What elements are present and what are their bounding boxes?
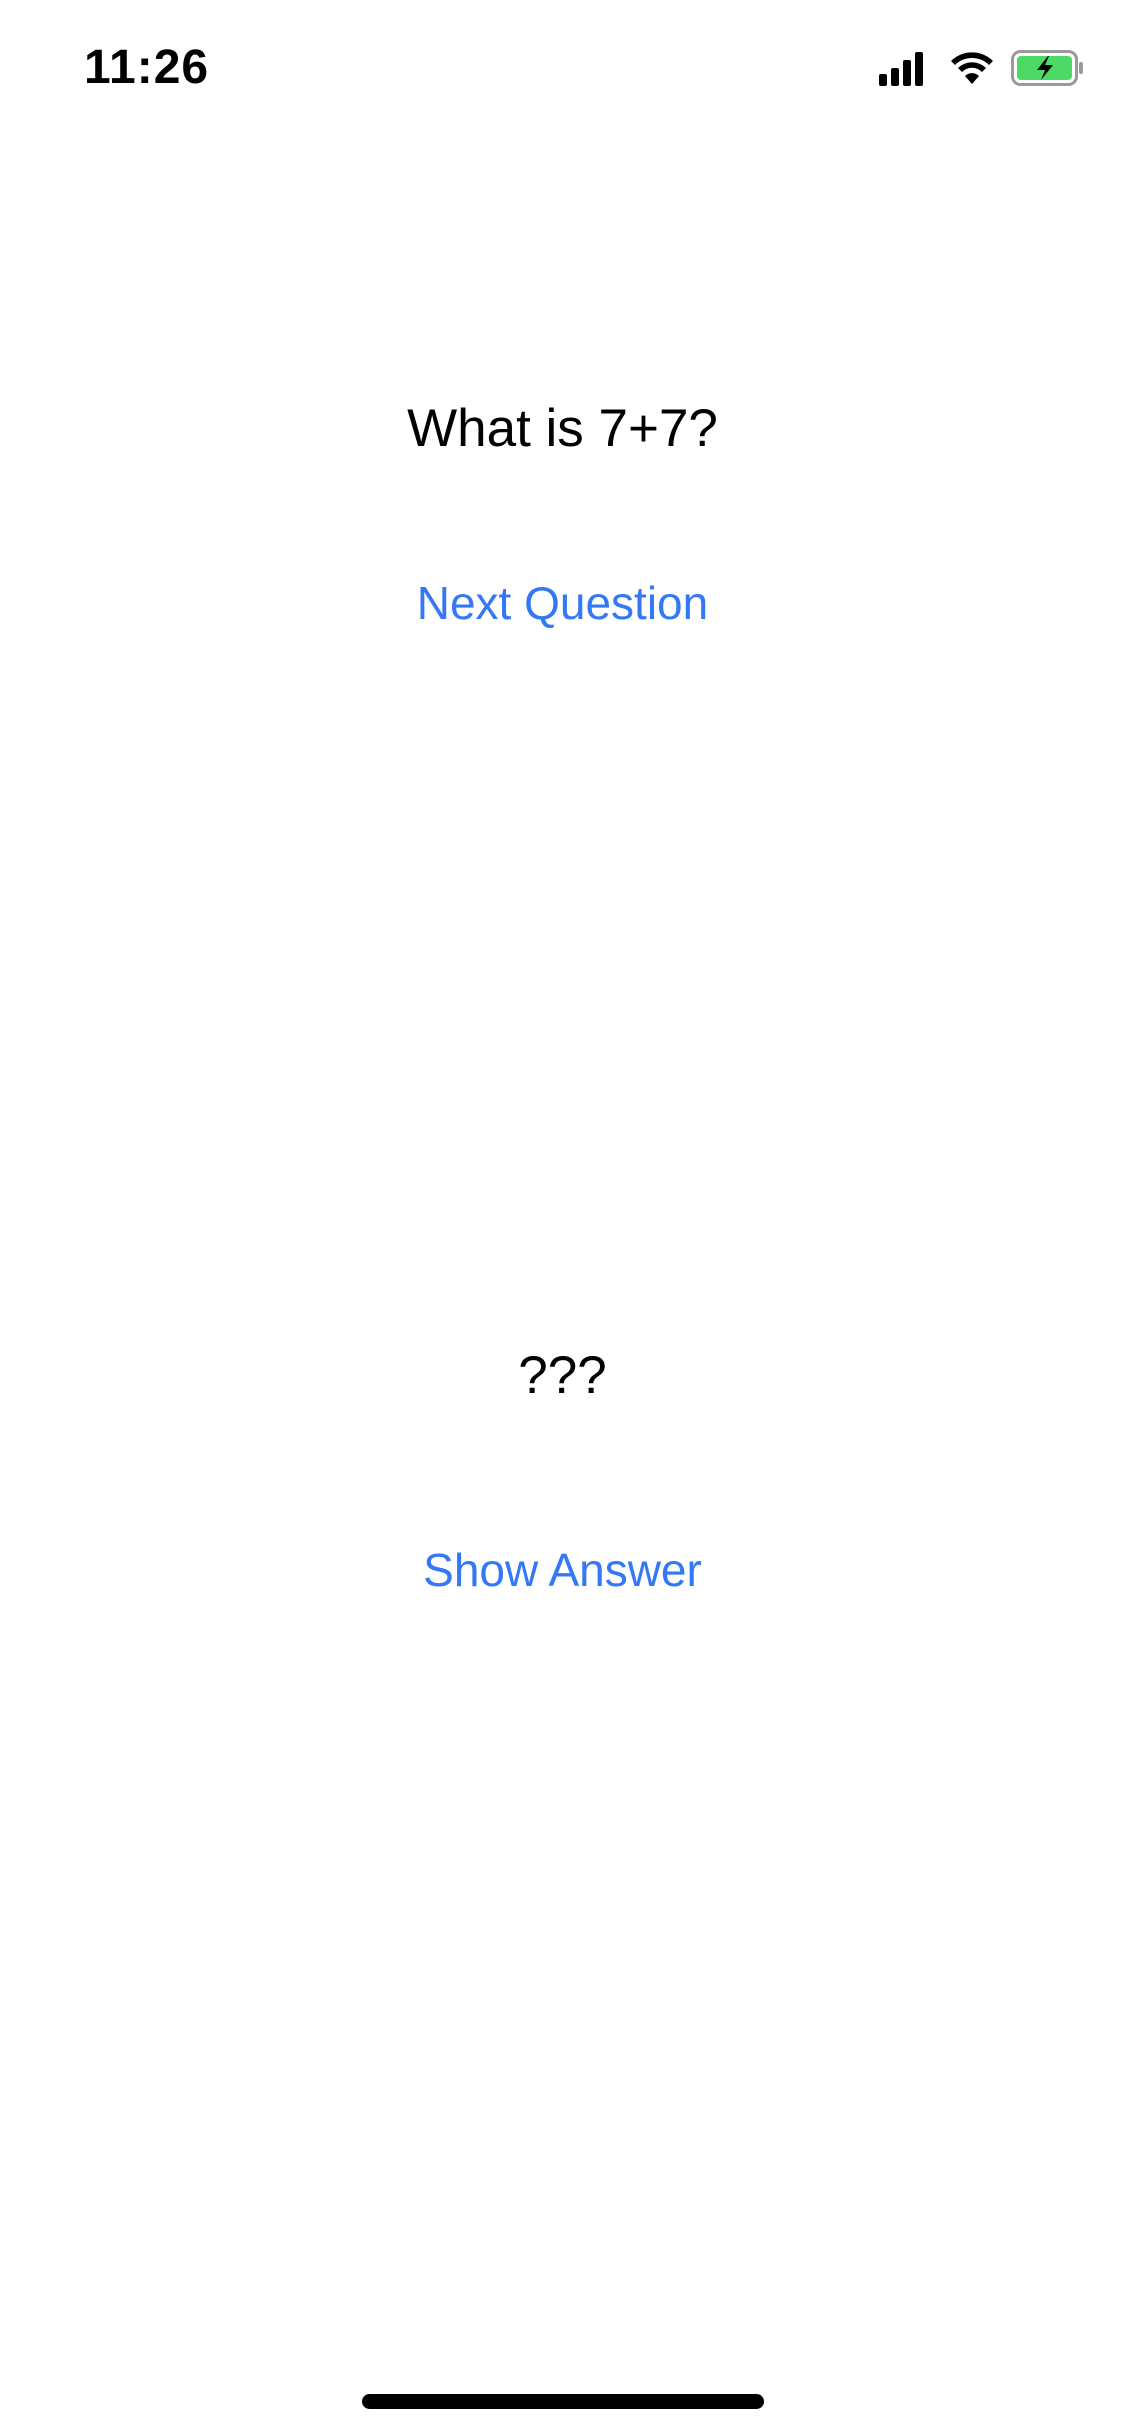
answer-label: ???: [518, 1346, 607, 1405]
show-answer-button[interactable]: Show Answer: [0, 1543, 1125, 1597]
status-icons: [879, 48, 1085, 88]
wifi-icon: [951, 52, 993, 84]
status-bar: 11:26: [0, 0, 1125, 132]
question-label: What is 7+7?: [407, 399, 718, 458]
battery-charging-icon: [1011, 50, 1083, 86]
next-question-button[interactable]: Next Question: [0, 576, 1125, 630]
cellular-signal-icon: [879, 50, 927, 86]
status-time: 11:26: [84, 41, 210, 94]
home-indicator[interactable]: [362, 2394, 764, 2409]
